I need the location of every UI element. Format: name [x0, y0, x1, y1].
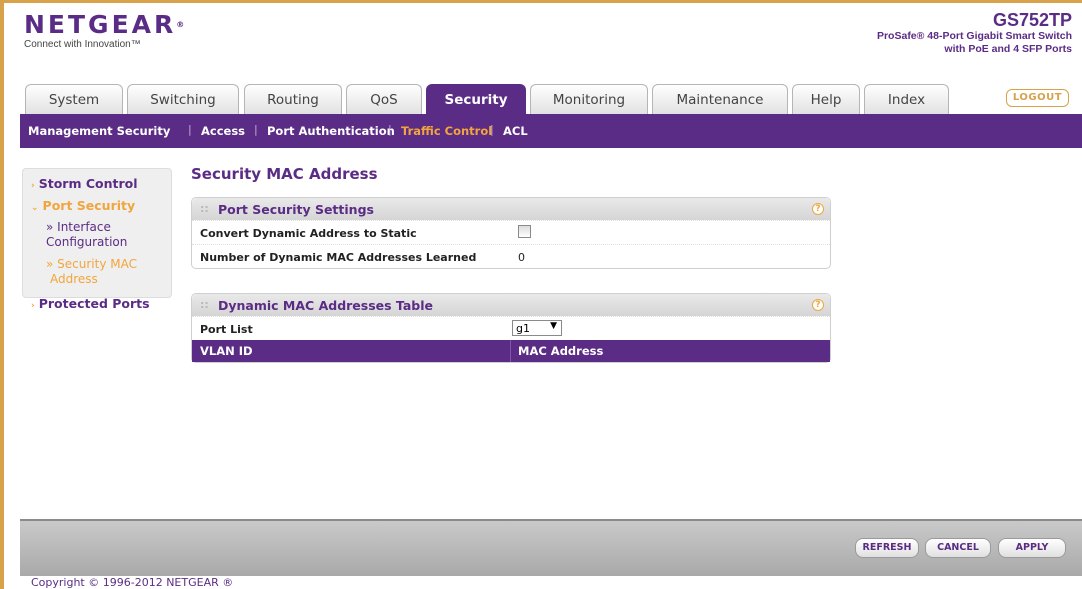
- sidebar-item-label: Storm Control: [38, 176, 138, 191]
- learned-count-value: 0: [518, 251, 525, 264]
- port-list-value: g1: [516, 322, 530, 335]
- grip-icon: ::: [200, 298, 209, 311]
- chevron-down-icon: ⌄: [31, 203, 39, 213]
- convert-dynamic-row: Convert Dynamic Address to Static: [192, 220, 830, 244]
- learned-count-row: Number of Dynamic MAC Addresses Learned …: [192, 244, 830, 268]
- page: NETGEAR® Connect with Innovation™ GS752T…: [4, 3, 1082, 589]
- dropdown-arrow-icon: ▼: [550, 321, 557, 331]
- cancel-button[interactable]: CANCEL: [925, 538, 991, 558]
- column-header-mac-address: MAC Address: [518, 344, 604, 358]
- column-divider: [510, 340, 511, 362]
- panel-header: :: Dynamic MAC Addresses Table ?: [192, 294, 830, 316]
- tab-routing[interactable]: Routing: [244, 84, 342, 114]
- subnav-separator: |: [490, 123, 494, 136]
- panel-title: Port Security Settings: [218, 202, 374, 217]
- logo-tagline: Connect with Innovation™: [24, 39, 141, 50]
- model-name: GS752TP: [992, 10, 1072, 30]
- sidebar-item-label: Port Security: [42, 198, 136, 213]
- sidebar-item-protected-ports[interactable]: › Protected Ports: [31, 296, 150, 311]
- help-icon[interactable]: ?: [812, 203, 824, 215]
- netgear-logo: NETGEAR® Connect with Innovation™: [24, 12, 184, 50]
- tab-system[interactable]: System: [25, 84, 123, 114]
- subnav-port-authentication[interactable]: Port Authentication: [267, 124, 395, 138]
- dynamic-mac-table-panel: :: Dynamic MAC Addresses Table ? Port Li…: [191, 293, 831, 363]
- panel-title: Dynamic MAC Addresses Table: [218, 298, 433, 313]
- model-description-line-2: with PoE and 4 SFP Ports: [944, 43, 1072, 55]
- sidebar-item-label: » Security MAC: [46, 257, 137, 271]
- learned-count-label: Number of Dynamic MAC Addresses Learned: [200, 251, 477, 264]
- chevron-right-icon: ›: [31, 301, 35, 311]
- model-info: GS752TP ProSafe® 48-Port Gigabit Smart S…: [877, 10, 1072, 56]
- port-list-select[interactable]: g1 ▼: [512, 320, 562, 336]
- page-title: Security MAC Address: [191, 165, 378, 183]
- tab-switching[interactable]: Switching: [127, 84, 239, 114]
- content-area: › Storm Control ⌄ Port Security » Interfac…: [20, 148, 1082, 519]
- convert-dynamic-label: Convert Dynamic Address to Static: [200, 227, 417, 240]
- subnav-management-security[interactable]: Management Security: [28, 124, 170, 138]
- chevron-right-icon: ›: [31, 181, 35, 191]
- refresh-button[interactable]: REFRESH: [855, 538, 919, 558]
- subnav-acl[interactable]: ACL: [503, 124, 528, 138]
- logout-button[interactable]: LOGOUT: [1006, 89, 1069, 107]
- help-icon[interactable]: ?: [812, 299, 824, 311]
- port-list-label: Port List: [200, 323, 253, 336]
- subnav-traffic-control[interactable]: Traffic Control: [401, 124, 492, 138]
- tab-security[interactable]: Security: [426, 84, 526, 114]
- logo-wordmark: NETGEAR®: [24, 10, 185, 39]
- port-security-settings-panel: :: Port Security Settings ? Convert Dyna…: [191, 197, 831, 269]
- footer-bar: [20, 519, 1082, 576]
- tab-index[interactable]: Index: [864, 84, 949, 114]
- sidebar-item-label: » Interface: [46, 220, 111, 234]
- tab-monitoring[interactable]: Monitoring: [530, 84, 648, 114]
- subnav-separator: |: [388, 123, 392, 136]
- sidebar-item-label: Configuration: [46, 235, 128, 249]
- convert-dynamic-checkbox[interactable]: [518, 225, 531, 238]
- tab-maintenance[interactable]: Maintenance: [652, 84, 788, 114]
- sub-navigation: Management Security | Access | Port Auth…: [20, 114, 1082, 148]
- grip-icon: ::: [200, 202, 209, 215]
- panel-header: :: Port Security Settings ?: [192, 198, 830, 220]
- sidebar-item-label: Address: [50, 272, 98, 286]
- sidebar-item-port-security[interactable]: ⌄ Port Security: [31, 198, 135, 213]
- tab-help[interactable]: Help: [792, 84, 860, 114]
- sidebar-item-label: Protected Ports: [38, 296, 150, 311]
- sidebar: › Storm Control ⌄ Port Security » Interfac…: [22, 168, 172, 311]
- sidebar-item-security-mac-address[interactable]: » Security MAC Address: [46, 257, 137, 287]
- column-header-vlan-id: VLAN ID: [200, 344, 253, 358]
- apply-button[interactable]: APPLY: [998, 538, 1066, 558]
- port-list-row: Port List g1 ▼: [192, 316, 830, 340]
- subnav-access[interactable]: Access: [201, 124, 245, 138]
- table-header: VLAN ID MAC Address: [192, 340, 830, 362]
- copyright-text: Copyright © 1996-2012 NETGEAR ®: [31, 576, 234, 589]
- sidebar-item-interface-configuration[interactable]: » Interface Configuration: [46, 220, 127, 250]
- sidebar-item-storm-control[interactable]: › Storm Control: [31, 176, 138, 191]
- model-description-line-1: ProSafe® 48-Port Gigabit Smart Switch: [876, 30, 1072, 42]
- subnav-separator: |: [254, 123, 258, 136]
- subnav-separator: |: [188, 123, 192, 136]
- tab-qos[interactable]: QoS: [346, 84, 422, 114]
